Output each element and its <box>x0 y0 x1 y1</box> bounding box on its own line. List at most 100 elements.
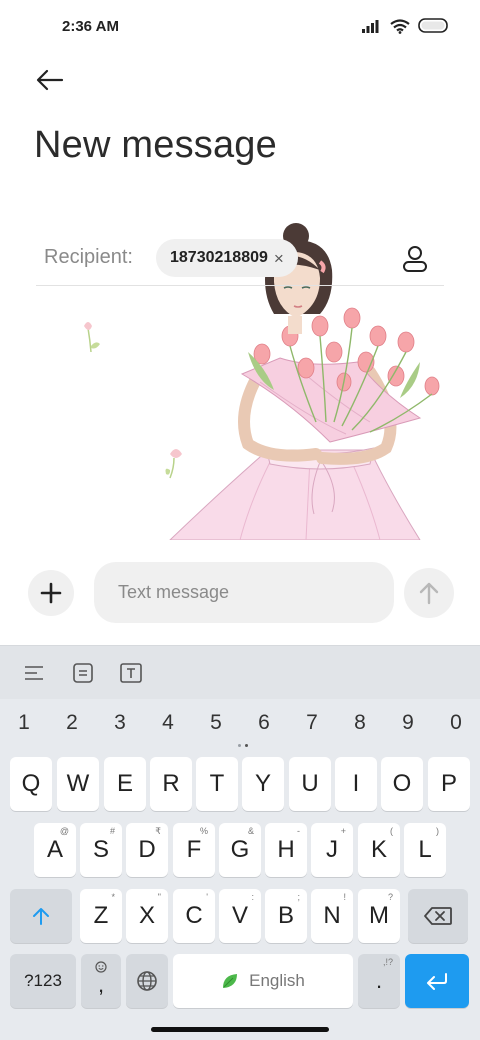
arrow-up-icon <box>419 582 439 605</box>
key-hint: ) <box>436 826 439 836</box>
contact-picker-button[interactable] <box>400 243 430 273</box>
key-r[interactable]: R <box>150 757 192 811</box>
enter-key[interactable] <box>405 954 469 1008</box>
key-hint: + <box>340 826 346 836</box>
key-label: O <box>392 770 412 797</box>
remove-recipient-icon[interactable]: × <box>274 250 284 267</box>
key-g[interactable]: & G <box>219 823 261 877</box>
key-hint: @ <box>59 826 69 836</box>
emoji-comma-key[interactable]: , <box>81 954 121 1008</box>
wifi-icon <box>390 18 410 34</box>
add-attachment-button[interactable] <box>28 570 74 616</box>
key-hint: ' <box>206 892 208 902</box>
key-label: I <box>352 770 360 797</box>
key-hint: & <box>247 826 254 836</box>
text-format-icon[interactable] <box>118 660 144 686</box>
backspace-key[interactable] <box>408 889 468 943</box>
key-2[interactable]: 2 <box>52 705 92 741</box>
space-key[interactable]: English <box>173 954 353 1008</box>
symbols-key[interactable]: ?123 <box>10 954 76 1008</box>
key-label: H <box>277 836 295 863</box>
key-8[interactable]: 8 <box>340 705 380 741</box>
key-d[interactable]: ₹ D <box>126 823 168 877</box>
key-label: S <box>92 836 109 863</box>
key-label: T <box>209 770 225 797</box>
key-label: W <box>66 770 90 797</box>
key-k[interactable]: (K <box>358 823 400 877</box>
status-icons <box>362 18 450 34</box>
key-1[interactable]: 1 <box>4 705 44 741</box>
send-button[interactable] <box>404 568 454 618</box>
key-u[interactable]: U <box>289 757 331 811</box>
keyboard: 1 2 3 4 5 6 7 8 9 0 Q W E R T Y U I O P … <box>0 645 480 1040</box>
key-label: V <box>231 902 248 929</box>
status-time: 2:36 AM <box>62 18 119 35</box>
key-n[interactable]: ! N <box>311 889 353 943</box>
key-i[interactable]: I <box>335 757 377 811</box>
key-label: K <box>370 836 387 863</box>
key-4[interactable]: 4 <box>148 705 188 741</box>
keyboard-toolbar <box>0 645 480 699</box>
period-hint: ,!? <box>382 957 393 967</box>
key-6[interactable]: 6 <box>244 705 284 741</box>
key-label: Y <box>254 770 271 797</box>
key-9[interactable]: 9 <box>388 705 428 741</box>
globe-icon <box>137 971 157 991</box>
key-5[interactable]: 5 <box>196 705 236 741</box>
key-j[interactable]: + J <box>311 823 353 877</box>
back-arrow-icon <box>36 69 64 91</box>
key-p[interactable]: P <box>428 757 470 811</box>
comma-label: , <box>97 972 105 997</box>
key-q[interactable]: Q <box>10 757 52 811</box>
key-hint: ? <box>387 892 393 902</box>
key-hint: * <box>111 892 115 902</box>
key-c[interactable]: ' C <box>173 889 215 943</box>
key-o[interactable]: O <box>381 757 423 811</box>
key-e[interactable]: E <box>104 757 146 811</box>
enter-arrow-icon <box>427 973 447 990</box>
shift-arrow-icon <box>33 908 49 925</box>
key-label: N <box>323 902 341 929</box>
clipboard-icon[interactable] <box>70 660 96 686</box>
key-hint: ( <box>390 826 393 836</box>
key-hint: % <box>199 826 208 836</box>
key-7[interactable]: 7 <box>292 705 332 741</box>
key-0[interactable]: 0 <box>436 705 476 741</box>
key-l[interactable]: ) L <box>404 823 446 877</box>
small-tulip-1 <box>84 322 100 353</box>
key-f[interactable]: % F <box>173 823 215 877</box>
page-title: New message <box>34 124 277 166</box>
key-m[interactable]: ? M <box>358 889 400 943</box>
key-y[interactable]: Y <box>242 757 284 811</box>
key-label: Z <box>93 902 109 929</box>
key-h[interactable]: -H <box>265 823 307 877</box>
key-label: X <box>138 902 155 929</box>
back-button[interactable] <box>30 62 70 98</box>
number-row: 1 2 3 4 5 6 7 8 9 0 <box>0 705 480 741</box>
key-a[interactable]: @ A <box>34 823 76 877</box>
key-s[interactable]: # S <box>80 823 122 877</box>
language-key[interactable] <box>126 954 168 1008</box>
home-indicator[interactable] <box>151 1027 329 1032</box>
menu-lines-icon[interactable] <box>21 660 47 686</box>
key-w[interactable]: W <box>57 757 99 811</box>
recipient-chip[interactable]: 18730218809 × <box>156 239 298 277</box>
text-message-input[interactable] <box>94 562 394 623</box>
key-label: U <box>301 770 319 797</box>
key-label: D <box>138 836 156 863</box>
space-label: English <box>249 971 305 990</box>
key-t[interactable]: T <box>196 757 238 811</box>
key-v[interactable]: :V <box>219 889 261 943</box>
key-3[interactable]: 3 <box>100 705 140 741</box>
key-x[interactable]: " X <box>126 889 168 943</box>
shift-key[interactable] <box>10 889 72 943</box>
key-b[interactable]: ; B <box>265 889 307 943</box>
key-label: L <box>418 836 432 863</box>
key-label: M <box>369 902 389 929</box>
key-label: R <box>162 770 180 797</box>
key-z[interactable]: * Z <box>80 889 122 943</box>
battery-icon <box>418 18 448 33</box>
period-key[interactable]: ,!? . <box>358 954 400 1008</box>
key-hint: # <box>109 826 115 836</box>
leaf-icon <box>223 974 238 988</box>
